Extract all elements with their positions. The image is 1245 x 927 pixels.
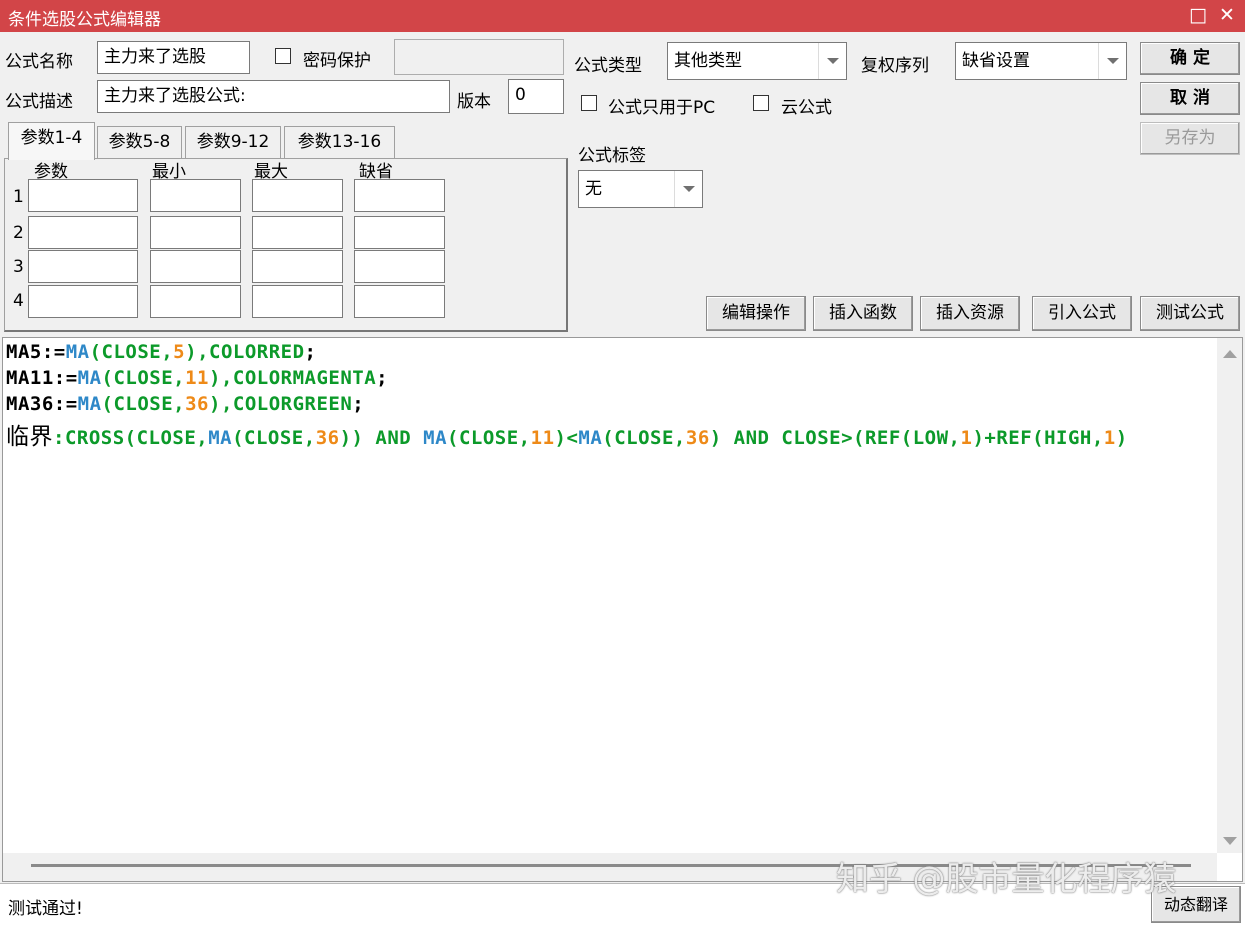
scroll-down-icon[interactable] [1223,837,1237,845]
edit-ops-button[interactable]: 编辑操作 [706,296,806,331]
formula-name-label: 公式名称 [5,52,73,72]
save-as-button: 另存为 [1140,122,1240,155]
password-label: 密码保护 [303,51,371,71]
param-name-input[interactable] [28,179,138,212]
formula-type-select[interactable]: 其他类型 [667,42,847,80]
param-min-input[interactable] [150,179,241,212]
insert-resource-button[interactable]: 插入资源 [920,296,1020,331]
formula-type-label: 公式类型 [574,56,642,76]
code-line: MA36:=MA(CLOSE,36),COLORGREEN; [6,393,365,415]
tab-params-13-16[interactable]: 参数13-16 [284,126,395,159]
param-min-input[interactable] [150,250,241,283]
param-default-input[interactable] [354,216,445,249]
formula-tag-label: 公式标签 [578,146,646,166]
version-input[interactable]: 0 [508,79,564,114]
close-icon[interactable]: ✕ [1219,3,1235,27]
param-default-input[interactable] [354,250,445,283]
param-name-input[interactable] [28,285,138,318]
vertical-scrollbar[interactable] [1217,338,1242,853]
formula-type-value: 其他类型 [674,51,742,71]
scroll-up-icon[interactable] [1223,350,1237,358]
chevron-down-icon[interactable] [818,43,846,79]
watermark: 知乎 @股市量化程序猿 [836,859,1177,898]
param-max-input[interactable] [252,285,343,318]
rights-select[interactable]: 缺省设置 [955,42,1127,80]
insert-function-button[interactable]: 插入函数 [813,296,913,331]
code-line: MA5:=MA(CLOSE,5),COLORRED; [6,341,317,363]
code-line: MA11:=MA(CLOSE,11),COLORMAGENTA; [6,367,389,389]
formula-desc-label: 公式描述 [5,92,73,112]
row-number: 2 [13,223,24,243]
pc-only-label: 公式只用于PC [608,98,716,118]
row-number: 3 [13,257,24,277]
param-min-input[interactable] [150,285,241,318]
param-name-input[interactable] [28,250,138,283]
tab-params-5-8[interactable]: 参数5-8 [97,126,182,159]
param-default-input[interactable] [354,179,445,212]
import-formula-button[interactable]: 引入公式 [1032,296,1132,331]
version-label: 版本 [457,92,491,112]
param-max-input[interactable] [252,250,343,283]
chevron-down-icon[interactable] [674,171,702,207]
param-name-input[interactable] [28,216,138,249]
test-formula-button[interactable]: 测试公式 [1140,296,1240,331]
formula-tag-value: 无 [585,179,602,199]
pc-only-checkbox[interactable] [581,95,597,111]
window-title: 条件选股公式编辑器 [8,10,161,30]
param-min-input[interactable] [150,216,241,249]
chevron-down-icon[interactable] [1098,43,1126,79]
title-bar: 条件选股公式编辑器 □ ✕ [0,0,1245,32]
cloud-label: 云公式 [781,98,832,118]
formula-name-input[interactable]: 主力来了选股 [97,41,250,74]
password-input[interactable] [394,39,564,75]
code-line: 临界:CROSS(CLOSE,MA(CLOSE,36)) AND MA(CLOS… [6,424,1128,450]
password-checkbox[interactable] [275,48,291,64]
code-editor[interactable]: MA5:=MA(CLOSE,5),COLORRED; MA11:=MA(CLOS… [2,337,1243,882]
cloud-checkbox[interactable] [753,95,769,111]
formula-desc-input[interactable]: 主力来了选股公式: [97,80,450,113]
tab-params-9-12[interactable]: 参数9-12 [185,126,281,159]
tab-params-1-4[interactable]: 参数1-4 [8,122,95,160]
formula-tag-select[interactable]: 无 [578,170,703,208]
param-default-input[interactable] [354,285,445,318]
ok-button[interactable]: 确 定 [1140,42,1240,75]
param-max-input[interactable] [252,179,343,212]
status-text: 测试通过! [8,899,83,919]
param-max-input[interactable] [252,216,343,249]
rights-label: 复权序列 [861,56,929,76]
rights-value: 缺省设置 [962,51,1030,71]
row-number: 4 [13,291,24,311]
cancel-button[interactable]: 取 消 [1140,82,1240,115]
maximize-icon[interactable]: □ [1189,3,1207,27]
row-number: 1 [13,187,24,207]
